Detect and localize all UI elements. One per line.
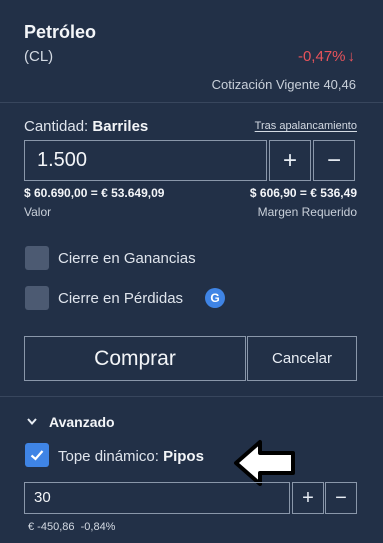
instrument-symbol: (CL) — [24, 48, 54, 65]
quantity-label-prefix: Cantidad: — [24, 118, 89, 135]
margin-amount: $ 606,90 = € 536,49 — [249, 186, 357, 200]
trailing-stop-label[interactable]: Tope dinámico: Pipos — [58, 448, 204, 465]
price-change-value: -0,47% — [297, 48, 346, 65]
quantity-unit: Barriles — [92, 118, 149, 135]
take-profit-checkbox[interactable] — [25, 246, 49, 270]
leverage-link[interactable]: Tras apalancamiento — [255, 120, 357, 132]
cancel-button[interactable]: Cancelar — [247, 336, 357, 381]
guaranteed-stop-badge[interactable]: G — [205, 288, 225, 308]
trailing-increase-button[interactable]: + — [292, 482, 324, 514]
trailing-stop-unit: Pipos — [163, 448, 204, 465]
trailing-estimate-amount: € -450,86 — [28, 521, 75, 533]
quantity-input[interactable]: 1.500 — [24, 140, 267, 181]
divider — [0, 396, 383, 397]
stop-loss-checkbox[interactable] — [25, 286, 49, 310]
advanced-toggle[interactable]: Avanzado — [49, 414, 115, 430]
trailing-stop-input[interactable]: 30 — [24, 482, 290, 514]
price-change: -0,47% ↓ — [298, 48, 355, 65]
margin-label: Margen Requerido — [257, 205, 357, 219]
take-profit-label[interactable]: Cierre en Ganancias — [58, 250, 196, 267]
value-amount: $ 60.690,00 = € 53.649,09 — [24, 186, 165, 200]
minus-icon: − — [326, 146, 341, 174]
plus-icon: + — [302, 486, 314, 509]
trailing-stop-text: Tope dinámico: — [58, 448, 159, 465]
quote-value: 40,46 — [323, 77, 356, 92]
value-label: Valor — [24, 205, 52, 219]
minus-icon: − — [335, 486, 347, 509]
plus-icon: + — [282, 146, 297, 174]
stop-loss-label[interactable]: Cierre en Pérdidas — [58, 290, 183, 307]
trailing-stop-estimate: € -450,86 -0,84% — [28, 521, 115, 533]
quantity-decrease-button[interactable]: − — [313, 140, 355, 181]
trailing-estimate-percent: -0,84% — [80, 521, 116, 533]
current-quote: Cotización Vigente 40,46 — [212, 77, 356, 92]
quantity-label: Cantidad: Barriles — [24, 118, 148, 135]
divider — [0, 102, 383, 103]
buy-button[interactable]: Comprar — [24, 336, 246, 381]
quantity-increase-button[interactable]: + — [269, 140, 311, 181]
trailing-stop-checkbox[interactable] — [25, 443, 49, 467]
checkmark-icon — [30, 450, 44, 461]
instrument-title: Petróleo — [24, 22, 97, 42]
chevron-down-icon[interactable] — [26, 414, 38, 435]
trailing-decrease-button[interactable]: − — [325, 482, 357, 514]
arrow-down-icon: ↓ — [347, 48, 356, 65]
quote-label: Cotización Vigente — [211, 77, 320, 92]
